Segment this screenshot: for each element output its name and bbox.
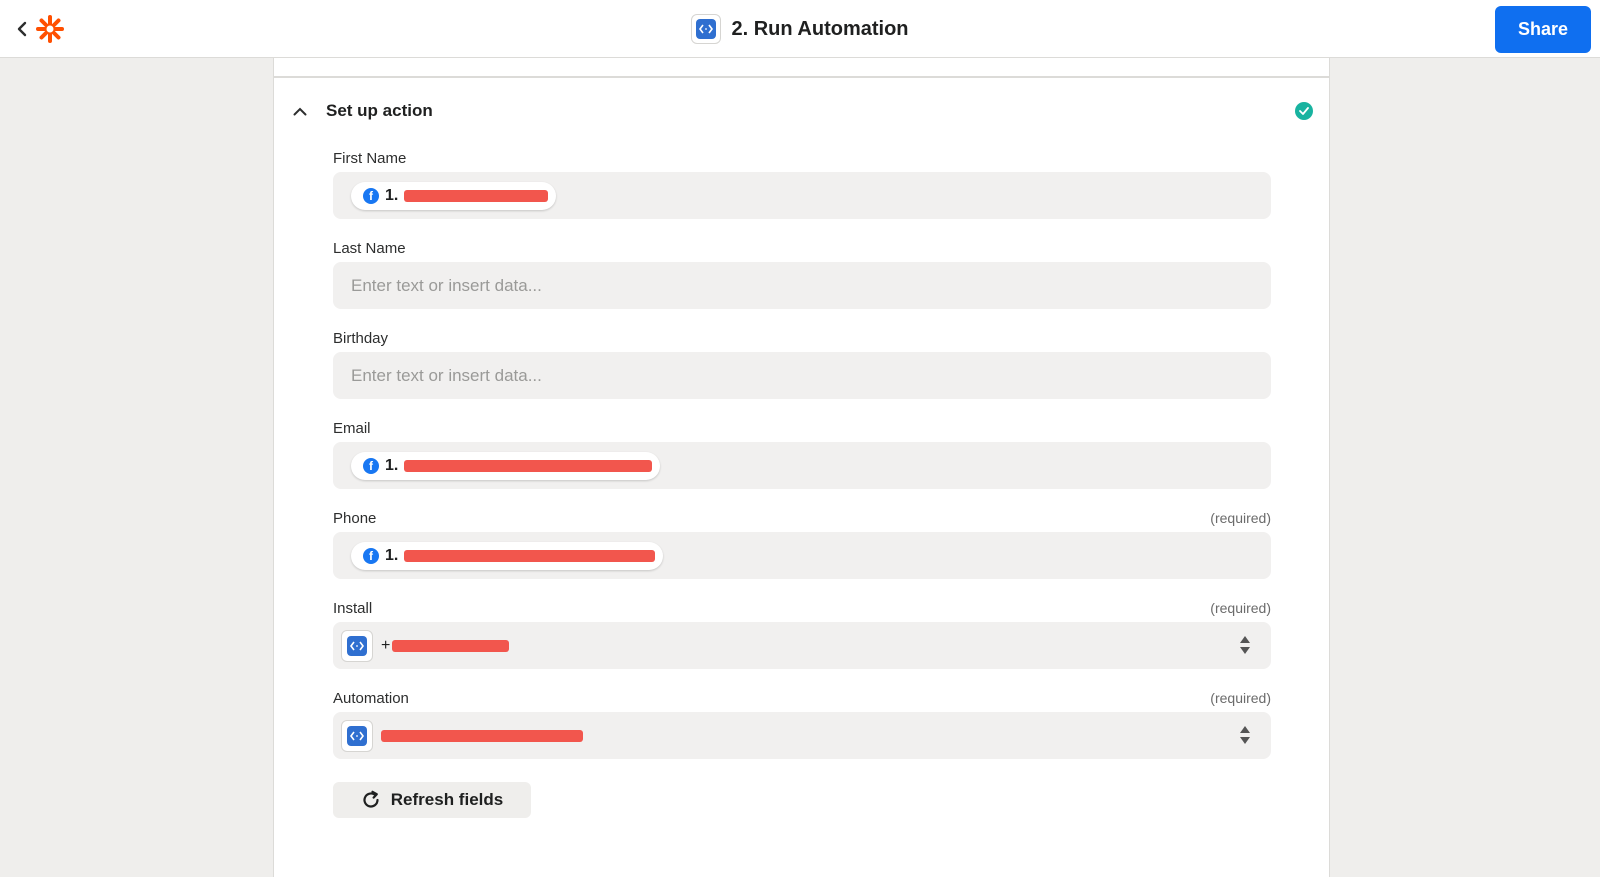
editor-panel: Set up action First Name f 1. Last Name … bbox=[273, 58, 1330, 877]
data-pill[interactable]: f 1. bbox=[351, 181, 557, 210]
required-label: (required) bbox=[1210, 600, 1271, 616]
field-label: Last Name bbox=[333, 239, 406, 257]
code-app-icon bbox=[341, 719, 373, 752]
data-pill[interactable]: f 1. bbox=[351, 541, 664, 570]
redaction bbox=[404, 549, 656, 562]
select-value: + bbox=[381, 636, 510, 655]
page-title-group: 2. Run Automation bbox=[0, 14, 1600, 44]
phone-input[interactable]: f 1. bbox=[333, 532, 1271, 579]
sort-arrows-icon bbox=[1240, 636, 1250, 654]
sort-arrows-icon bbox=[1240, 726, 1250, 744]
required-label: (required) bbox=[1210, 690, 1271, 706]
page-title: 2. Run Automation bbox=[731, 17, 909, 40]
automation-select[interactable] bbox=[333, 712, 1271, 759]
pill-step: 1. bbox=[385, 186, 399, 204]
install-prefix: + bbox=[381, 636, 391, 654]
share-button[interactable]: Share bbox=[1495, 6, 1591, 53]
email-input[interactable]: f 1. bbox=[333, 442, 1271, 489]
refresh-fields-button[interactable]: Refresh fields bbox=[333, 782, 531, 818]
redaction bbox=[404, 189, 549, 202]
refresh-label: Refresh fields bbox=[390, 790, 504, 809]
last-name-input[interactable]: Enter text or insert data... bbox=[333, 262, 1271, 309]
field-label: Install bbox=[333, 599, 373, 617]
input-placeholder: Enter text or insert data... bbox=[351, 275, 542, 295]
field-install: Install (required) + bbox=[333, 598, 1271, 669]
pill-step: 1. bbox=[385, 546, 399, 564]
input-placeholder: Enter text or insert data... bbox=[351, 365, 542, 385]
required-label: (required) bbox=[1210, 510, 1271, 526]
field-first-name: First Name f 1. bbox=[333, 148, 1271, 219]
select-value bbox=[381, 729, 583, 742]
refresh-icon bbox=[363, 790, 379, 808]
pill-step: 1. bbox=[385, 456, 399, 474]
data-pill[interactable]: f 1. bbox=[351, 451, 661, 480]
section-title: Set up action bbox=[326, 101, 433, 120]
chevron-up-icon[interactable] bbox=[292, 103, 308, 119]
field-label: First Name bbox=[333, 149, 407, 167]
birthday-input[interactable]: Enter text or insert data... bbox=[333, 352, 1271, 399]
field-label: Email bbox=[333, 419, 371, 437]
code-app-icon bbox=[691, 14, 722, 44]
redaction bbox=[404, 459, 653, 472]
field-label: Automation bbox=[333, 689, 409, 707]
facebook-icon: f bbox=[363, 547, 379, 564]
field-label: Phone bbox=[333, 509, 377, 527]
section-header[interactable]: Set up action bbox=[292, 96, 1313, 126]
code-app-icon bbox=[341, 629, 373, 662]
field-label: Birthday bbox=[333, 329, 389, 347]
field-birthday: Birthday Enter text or insert data... bbox=[333, 328, 1271, 399]
field-email: Email f 1. bbox=[333, 418, 1271, 489]
field-phone: Phone (required) f 1. bbox=[333, 508, 1271, 579]
check-circle-icon bbox=[1295, 102, 1313, 120]
redaction bbox=[381, 729, 583, 742]
facebook-icon: f bbox=[363, 187, 379, 204]
first-name-input[interactable]: f 1. bbox=[333, 172, 1271, 219]
top-bar: 2. Run Automation Share bbox=[0, 0, 1600, 58]
divider bbox=[274, 76, 1329, 78]
field-automation: Automation (required) bbox=[333, 688, 1271, 759]
facebook-icon: f bbox=[363, 457, 379, 474]
redaction bbox=[392, 639, 510, 652]
field-last-name: Last Name Enter text or insert data... bbox=[333, 238, 1271, 309]
install-select[interactable]: + bbox=[333, 622, 1271, 669]
